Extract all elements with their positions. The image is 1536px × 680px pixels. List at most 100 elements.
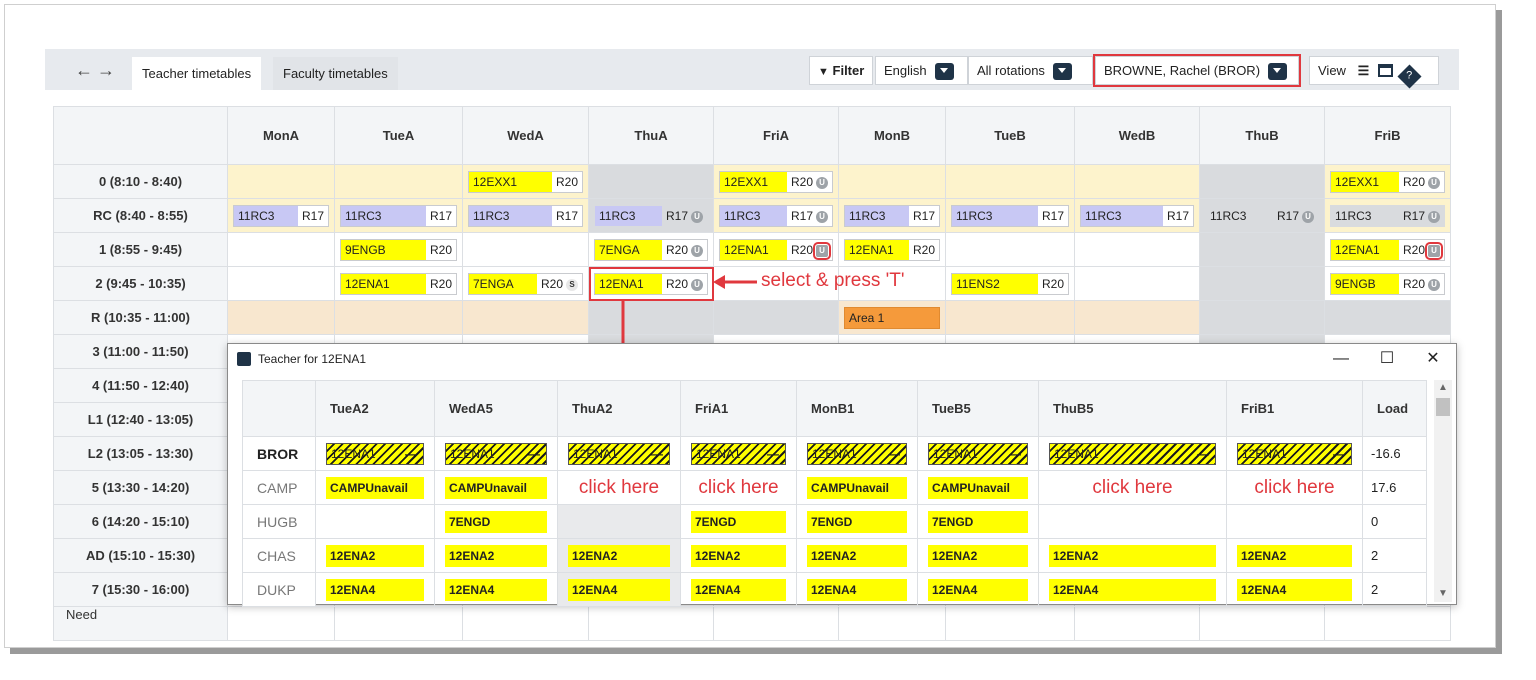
assignment-cell[interactable]: 7ENGD (917, 504, 1039, 539)
lesson-chip[interactable]: 12EXX1 R20 U (719, 171, 833, 193)
timetable-cell[interactable]: Area 1 (838, 300, 946, 335)
click-here-annotation[interactable]: click here (1227, 477, 1362, 499)
scroll-up-icon[interactable]: ▲ (1434, 380, 1452, 396)
assignment-cell[interactable]: CAMPUnavail (796, 470, 918, 505)
remove-icon[interactable]: — (767, 444, 779, 464)
timetable-cell[interactable] (713, 300, 839, 335)
remove-icon[interactable]: — (1197, 444, 1209, 464)
remove-icon[interactable]: — (528, 444, 540, 464)
timetable-cell[interactable]: 11RC3 R17 U (588, 198, 714, 233)
assignment-cell[interactable]: 12ENA2 (1038, 538, 1227, 573)
current-assignment-chip[interactable]: 12ENA1— (326, 443, 424, 465)
assignment-cell[interactable]: 12ENA4 (434, 572, 558, 607)
current-assignment-chip[interactable]: 12ENA1— (807, 443, 907, 465)
timetable-cell[interactable] (588, 164, 714, 199)
close-icon[interactable]: ✕ (1422, 349, 1444, 369)
lesson-chip[interactable]: 11RC3 R17 U (1205, 205, 1319, 227)
assignment-cell[interactable] (1226, 504, 1363, 539)
maximize-icon[interactable]: ☐ (1376, 349, 1398, 369)
assignment-cell[interactable]: 12ENA4 (680, 572, 797, 607)
timetable-cell[interactable] (334, 164, 463, 199)
timetable-cell[interactable] (462, 232, 589, 267)
unscheduled-badge-icon[interactable]: U (813, 242, 831, 260)
timetable-cell[interactable] (227, 164, 335, 199)
timetable-cell[interactable] (334, 300, 463, 335)
click-here-annotation[interactable]: click here (681, 477, 796, 499)
timetable-cell[interactable] (1074, 266, 1200, 301)
timetable-cell[interactable] (945, 300, 1075, 335)
assignment-cell[interactable]: 12ENA2 (680, 538, 797, 573)
assignment-cell[interactable]: 12ENA2 (315, 538, 435, 573)
timetable-cell[interactable]: 12ENA1 R20 (838, 232, 946, 267)
assignment-cell[interactable]: 12ENA4 (1226, 572, 1363, 607)
timetable-cell[interactable]: 11RC3 R17 (1074, 198, 1200, 233)
timetable-cell[interactable]: 12ENA1 R20 U (713, 232, 839, 267)
forward-arrow-icon[interactable]: → (97, 60, 115, 81)
lesson-chip[interactable]: 12ENA1 R20 (340, 273, 457, 295)
lesson-chip[interactable]: 12EXX1 R20 (468, 171, 583, 193)
timetable-cell[interactable] (1074, 300, 1200, 335)
table-view-icon[interactable] (1377, 64, 1393, 77)
lesson-chip[interactable]: 11RC3 R17 (844, 205, 940, 227)
lesson-chip[interactable]: 12ENA1 R20 U (719, 239, 833, 261)
timetable-cell[interactable] (1199, 300, 1325, 335)
timetable-cell[interactable] (1074, 164, 1200, 199)
timetable-cell[interactable]: 12EXX1 R20 U (1324, 164, 1451, 199)
timetable-cell[interactable]: 12EXX1 R20 (462, 164, 589, 199)
timetable-cell[interactable] (945, 232, 1075, 267)
timetable-cell[interactable] (1199, 266, 1325, 301)
lesson-chip[interactable]: 11RC3 R17 U (1330, 205, 1445, 227)
current-assignment-chip[interactable]: 12ENA1— (928, 443, 1028, 465)
assignment-cell[interactable]: CAMPUnavail (434, 470, 558, 505)
timetable-cell[interactable] (227, 232, 335, 267)
assignment-cell[interactable]: 12ENA1— (1226, 436, 1363, 471)
lesson-chip[interactable]: 12ENA1 R20 U (1330, 239, 1445, 261)
assignment-cell[interactable] (1038, 504, 1227, 539)
timetable-cell[interactable] (227, 300, 335, 335)
assignment-cell[interactable]: 12ENA1— (680, 436, 797, 471)
language-select[interactable]: English (875, 56, 968, 85)
back-arrow-icon[interactable]: ← (75, 60, 93, 81)
teacher-select[interactable]: BROWNE, Rachel (BROR) (1093, 54, 1301, 87)
current-assignment-chip[interactable]: 12ENA1— (1237, 443, 1352, 465)
list-view-icon[interactable]: ☰ (1358, 63, 1370, 78)
assignment-cell[interactable]: 12ENA2 (557, 538, 681, 573)
timetable-cell[interactable] (1199, 232, 1325, 267)
timetable-cell[interactable]: 12ENA1 R20 (334, 266, 463, 301)
timetable-cell[interactable]: 11RC3 R17 U (1324, 198, 1451, 233)
timetable-cell[interactable]: 9ENGB R20 (334, 232, 463, 267)
assignment-cell[interactable]: 12ENA2 (796, 538, 918, 573)
timetable-cell[interactable]: 11ENS2 R20 (945, 266, 1075, 301)
lesson-chip[interactable]: 12ENA1 R20 (844, 239, 940, 261)
tab-teacher-timetables[interactable]: Teacher timetables (132, 57, 262, 90)
assignment-cell[interactable]: 12ENA2 (434, 538, 558, 573)
timetable-cell[interactable]: 11RC3 R17 (838, 198, 946, 233)
minimize-icon[interactable]: — (1330, 349, 1352, 369)
timetable-cell[interactable]: 11RC3 R17 (945, 198, 1075, 233)
remove-icon[interactable]: — (888, 444, 900, 464)
remove-icon[interactable]: — (1333, 444, 1345, 464)
lesson-chip[interactable]: 12EXX1 R20 U (1330, 171, 1445, 193)
timetable-cell[interactable]: 11RC3 R17 (334, 198, 463, 233)
assignment-cell[interactable]: 12ENA1— (315, 436, 435, 471)
timetable-cell[interactable]: 11RC3 R17 (227, 198, 335, 233)
assignment-cell[interactable]: 12ENA1— (434, 436, 558, 471)
lesson-chip[interactable]: 9ENGB R20 (340, 239, 457, 261)
assignment-cell[interactable]: click here (1038, 470, 1227, 505)
timetable-cell[interactable] (588, 300, 714, 335)
timetable-cell[interactable]: 7ENGA R20 U (588, 232, 714, 267)
assignment-cell[interactable]: 12ENA2 (917, 538, 1039, 573)
assignment-cell[interactable]: 12ENA4 (557, 572, 681, 607)
remove-icon[interactable]: — (405, 444, 417, 464)
current-assignment-chip[interactable]: 12ENA1— (568, 443, 670, 465)
assignment-cell[interactable] (557, 504, 681, 539)
scroll-down-icon[interactable]: ▼ (1434, 586, 1452, 602)
assignment-cell[interactable]: click here (1226, 470, 1363, 505)
timetable-cell[interactable] (1324, 300, 1451, 335)
vertical-scrollbar[interactable]: ▲ ▼ (1434, 380, 1452, 602)
lesson-chip[interactable]: 11RC3 R17 (468, 205, 583, 227)
timetable-cell[interactable]: 11RC3 R17 U (1199, 198, 1325, 233)
assignment-cell[interactable]: 12ENA1— (1038, 436, 1227, 471)
assignment-cell[interactable]: 7ENGD (796, 504, 918, 539)
remove-icon[interactable]: — (1009, 444, 1021, 464)
